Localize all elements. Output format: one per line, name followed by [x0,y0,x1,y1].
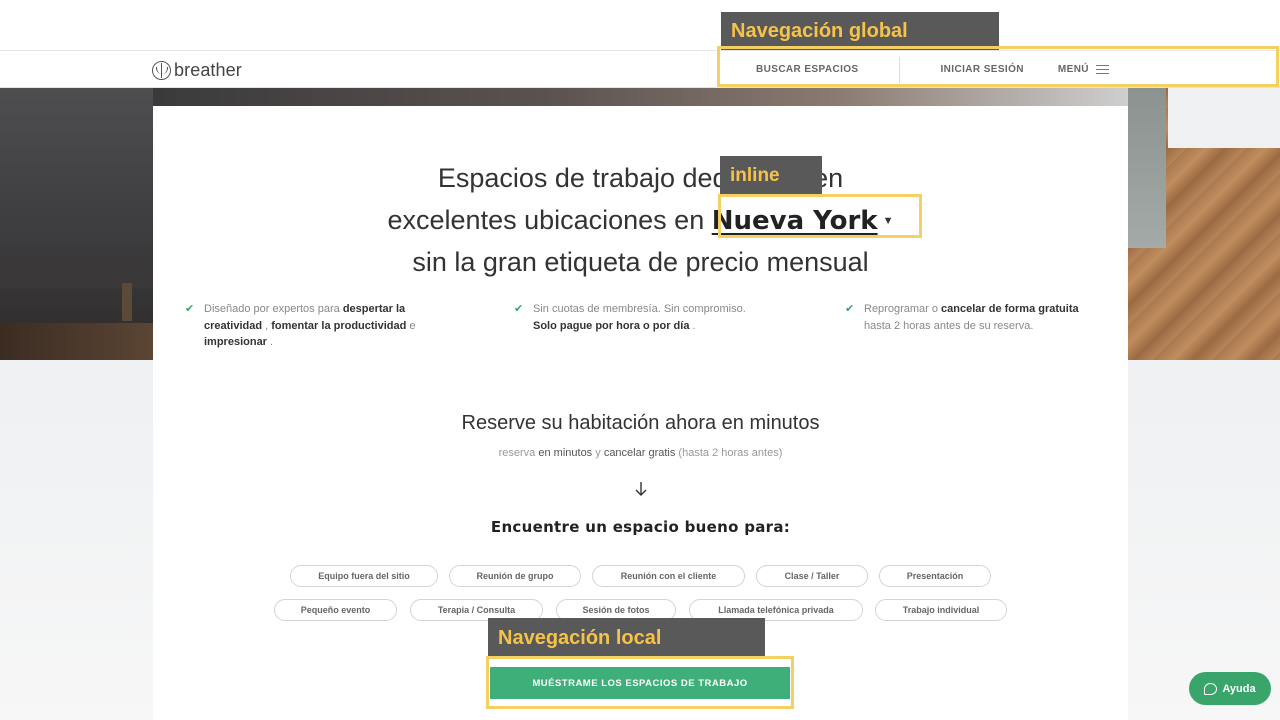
use-case-pill[interactable]: Reunión de grupo [449,565,581,587]
checkmark-icon: ✔ [185,303,195,315]
hero-photo-left [0,88,153,360]
reserve-sub-text: (hasta 2 horas antes) [675,447,783,459]
use-case-pill[interactable]: Clase / Taller [756,565,868,587]
annotation-label-local: Navegación local [488,618,765,658]
chat-bubble-icon [1204,682,1218,695]
checkmark-icon: ✔ [845,303,855,315]
annotation-box-global [717,46,1279,87]
top-strip [0,0,1280,51]
headline-line-1: Espacios de trabajo dedicados en [437,163,844,193]
breather-logo[interactable]: breather [152,59,242,81]
logo-text: breather [174,59,242,80]
headline-line-2-prefix: excelentes ubicaciones en [387,204,712,235]
use-case-pill[interactable]: Trabajo individual [875,599,1007,621]
feature-text: Diseñado por expertos para [204,303,343,315]
use-case-pill[interactable]: Reunión con el cliente [592,565,745,587]
hero-photo-top [153,88,1128,106]
reserve-subtitle: reserva en minutos y cancelar gratis (ha… [153,447,1128,459]
feature-text: e [406,319,416,332]
reserve-sub-text: y [592,447,604,459]
find-space-title: Encuentre un espacio bueno para: [490,518,791,536]
feature-text: . [689,319,696,332]
feature-item: ✔ Sin cuotas de membresía. Sin compromis… [514,301,764,334]
use-case-pill[interactable]: Equipo fuera del sitio [290,565,438,587]
checkmark-icon: ✔ [514,303,524,315]
reserve-sub-text: reserva [498,447,539,459]
annotation-box-inline [718,194,922,238]
arrow-down-icon [635,482,647,496]
feature-text: Sin cuotas de membresía. Sin compromiso. [533,303,746,315]
leaf-logo-icon [152,60,171,80]
annotation-label-inline: inline [720,156,822,196]
feature-bold: impresionar [204,336,267,348]
reserve-title: Reserve su habitación ahora en minutos [461,412,820,434]
hero-photo-right [1128,88,1280,360]
feature-bold: fomentar la productividad [271,319,407,332]
feature-text: hasta 2 horas antes de su reserva. [864,319,1034,332]
feature-bold: cancelar de forma gratuita [941,303,1079,315]
use-case-pill[interactable]: Presentación [879,565,991,587]
headline-line-2: excelentes ubicaciones en Nueva York ▼ [153,200,1128,243]
feature-text: , [262,319,272,332]
headline-line-3: sin la gran etiqueta de precio mensual [412,247,869,278]
annotation-label-global: Navegación global [721,12,999,50]
use-case-pill[interactable]: Pequeño evento [274,599,397,621]
help-label: Ayuda [1222,682,1256,695]
annotation-box-local [486,656,794,709]
help-button[interactable]: Ayuda [1189,672,1271,705]
feature-bold: Solo pague por hora o por día [533,319,690,332]
feature-text: Reprogramar o [864,303,942,315]
reserve-sub-text: en minutos [538,447,593,459]
hero-headline: Espacios de trabajo dedicados en excelen… [153,158,1128,284]
feature-text: . [266,336,274,348]
feature-item: ✔ Diseñado por expertos para despertar l… [185,301,430,351]
feature-item: ✔ Reprogramar o cancelar de forma gratui… [845,301,1095,334]
reserve-sub-text: cancelar gratis [603,447,676,459]
